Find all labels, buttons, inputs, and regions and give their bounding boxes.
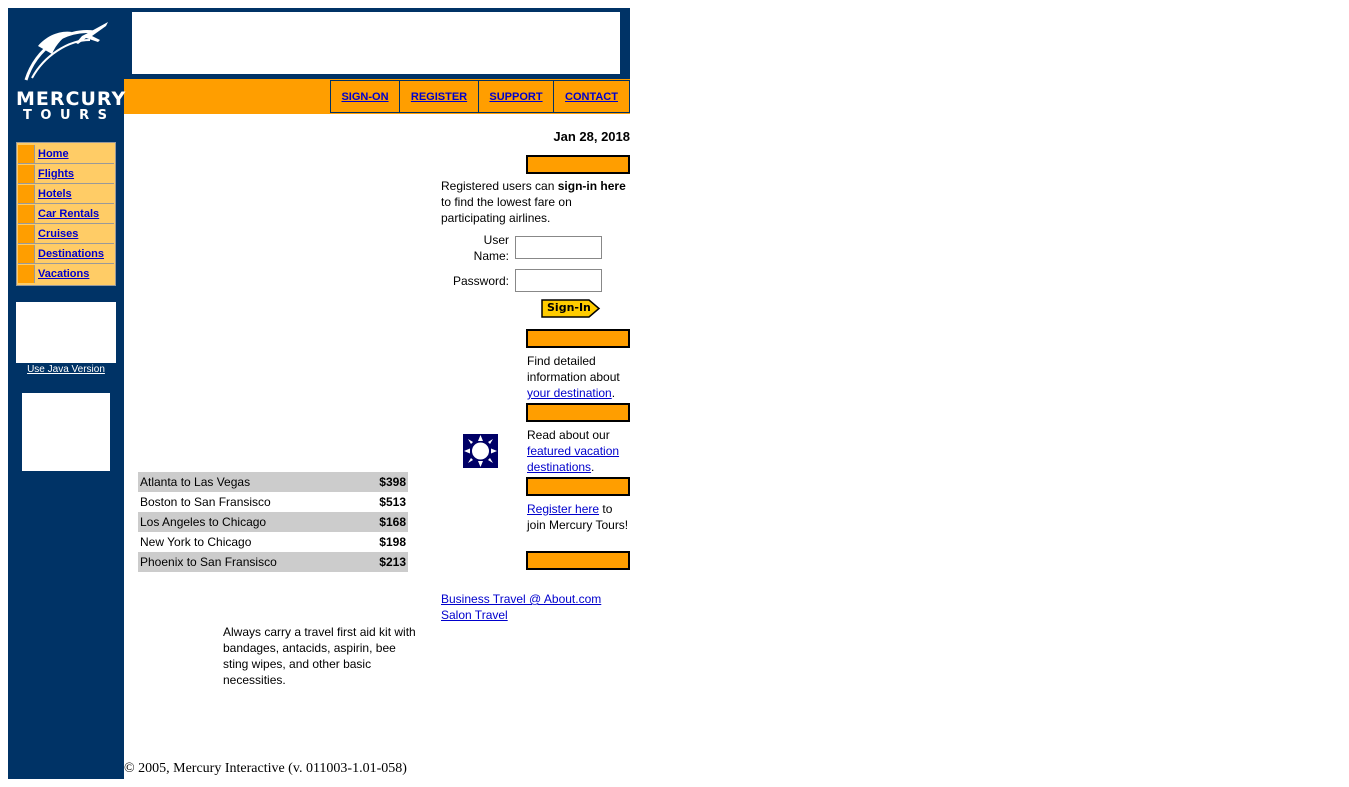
separator-bar — [526, 329, 630, 348]
current-date: Jan 28, 2018 — [553, 129, 630, 144]
fare-price: $398 — [379, 475, 406, 489]
signin-intro-bold: sign-in here — [557, 179, 626, 193]
nav-bullet — [18, 145, 35, 163]
java-version-link[interactable]: Use Java Version — [27, 364, 105, 375]
left-nav-vacations[interactable]: Vacations — [18, 265, 114, 284]
nav-support-link[interactable]: SUPPORT — [489, 91, 542, 103]
nav-sign-on-link[interactable]: SIGN-ON — [341, 91, 388, 103]
nav-sign-on[interactable]: SIGN-ON — [330, 80, 400, 113]
fare-row: New York to Chicago $198 — [138, 532, 408, 552]
vacation-period: . — [591, 460, 595, 474]
sun-icon — [463, 434, 498, 468]
left-nav-flights-link[interactable]: Flights — [38, 168, 74, 180]
vacation-link[interactable]: featured vacation destinations — [527, 444, 619, 474]
left-nav-menu: Home Flights Hotels Car Rentals Cruises … — [16, 142, 116, 286]
left-nav-cruises-link[interactable]: Cruises — [38, 228, 78, 240]
signin-intro-text-2: to find the lowest fare on participating… — [441, 195, 572, 225]
fare-row: Atlanta to Las Vegas $398 — [138, 472, 408, 492]
business-travel-link[interactable]: Business Travel @ About.com — [441, 592, 601, 606]
left-nav-flights[interactable]: Flights — [18, 165, 114, 184]
separator-bar — [526, 477, 630, 496]
destination-text: Find detailed information about — [527, 354, 620, 384]
fare-row: Los Angeles to Chicago $168 — [138, 512, 408, 532]
java-version-link-wrap: Use Java Version — [8, 364, 124, 375]
logo-text-tours: T O U R S — [23, 108, 109, 123]
fare-price: $213 — [379, 555, 406, 569]
fare-route: Phoenix to San Fransisco — [140, 555, 277, 569]
vacation-info: Read about our featured vacation destina… — [527, 427, 630, 475]
username-label-line1: User — [483, 233, 509, 247]
nav-contact-link[interactable]: CONTACT — [565, 91, 618, 103]
side-ad-box — [22, 393, 110, 471]
fare-route: Boston to San Fransisco — [140, 495, 271, 509]
external-links: Business Travel @ About.com Salon Travel — [441, 591, 601, 623]
fare-price: $168 — [379, 515, 406, 529]
logo-text-mercury: MERCURY — [16, 88, 127, 110]
airplane-swoosh-icon — [24, 22, 108, 81]
separator-bar — [526, 155, 630, 174]
left-nav-hotels-link[interactable]: Hotels — [38, 188, 72, 200]
mercury-tours-logo[interactable]: MERCURY T O U R S — [16, 18, 127, 124]
fare-price: $198 — [379, 535, 406, 549]
left-nav-destinations-link[interactable]: Destinations — [38, 248, 104, 260]
fare-route: New York to Chicago — [140, 535, 252, 549]
left-nav-cruises[interactable]: Cruises — [18, 225, 114, 244]
username-input[interactable] — [515, 236, 602, 259]
fare-row: Boston to San Fransisco $513 — [138, 492, 408, 512]
nav-contact[interactable]: CONTACT — [553, 80, 630, 113]
vacation-text: Read about our — [527, 428, 610, 442]
password-label: Password: — [452, 274, 509, 288]
fare-price: $513 — [379, 495, 406, 509]
java-applet-box — [16, 302, 116, 363]
username-label-line2: Name: — [473, 249, 509, 263]
left-nav-hotels[interactable]: Hotels — [18, 185, 114, 204]
nav-bullet — [18, 245, 35, 263]
left-nav-destinations[interactable]: Destinations — [18, 245, 114, 264]
destination-link[interactable]: your destination — [527, 386, 612, 400]
nav-bullet — [18, 165, 35, 183]
nav-bullet — [18, 265, 35, 283]
nav-support[interactable]: SUPPORT — [478, 80, 554, 113]
sign-in-button[interactable]: Sign-In — [541, 299, 601, 318]
register-link[interactable]: Register here — [527, 502, 599, 516]
password-input[interactable] — [515, 269, 602, 292]
nav-register-link[interactable]: REGISTER — [411, 91, 467, 103]
footer-copyright: © 2005, Mercury Interactive (v. 011003-1… — [124, 761, 407, 776]
fare-route: Los Angeles to Chicago — [140, 515, 267, 529]
fare-row: Phoenix to San Fransisco $213 — [138, 552, 408, 572]
sign-in-button-label: Sign-In — [547, 301, 591, 314]
travel-tip: Always carry a travel first aid kit with… — [223, 625, 416, 687]
username-label: User Name: — [459, 232, 509, 264]
register-info: Register here to join Mercury Tours! — [527, 501, 630, 533]
left-nav-home-link[interactable]: Home — [38, 148, 69, 160]
signin-intro: Registered users can sign-in here to fin… — [441, 178, 630, 226]
nav-bullet — [18, 185, 35, 203]
left-nav-home[interactable]: Home — [18, 145, 114, 164]
nav-bullet — [18, 205, 35, 223]
left-nav-car-rentals[interactable]: Car Rentals — [18, 205, 114, 224]
separator-bar — [526, 551, 630, 570]
signin-intro-text: Registered users can — [441, 179, 558, 193]
destination-info: Find detailed information about your des… — [527, 353, 630, 401]
nav-register[interactable]: REGISTER — [399, 80, 479, 113]
left-nav-vacations-link[interactable]: Vacations — [38, 268, 89, 280]
fare-route: Atlanta to Las Vegas — [140, 475, 251, 489]
nav-bullet — [18, 225, 35, 243]
salon-travel-link[interactable]: Salon Travel — [441, 608, 508, 622]
banner-ad — [132, 12, 620, 74]
separator-bar — [526, 403, 630, 422]
left-nav-car-rentals-link[interactable]: Car Rentals — [38, 208, 99, 220]
destination-period: . — [611, 386, 616, 400]
